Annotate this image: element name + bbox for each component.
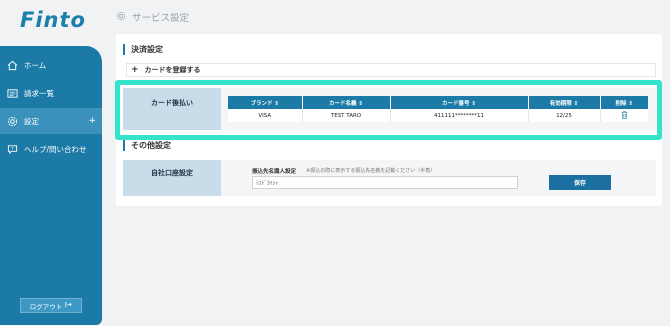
sidebar-item-label: 請求一覧 [24, 88, 54, 98]
sidebar-item-home[interactable]: ホーム [0, 52, 102, 78]
app-root: Finto ホーム 請求一覧 設定 + ? ヘルプ/問い合わせ ログアウト サー… [0, 0, 670, 326]
gear-icon [116, 11, 126, 24]
add-card-label: カードを登録する [144, 66, 201, 74]
invoice-list-icon [6, 87, 18, 99]
column-header-holder[interactable]: カード名義 ⇕ [302, 96, 391, 109]
help-chat-icon: ? [6, 143, 18, 155]
sidebar-item-label: ヘルプ/問い合わせ [24, 144, 87, 154]
card-holder: TEST TARO [302, 109, 391, 122]
column-header-delete[interactable]: 削除 ⇕ [600, 96, 648, 109]
logout-label: ログアウト [29, 302, 63, 311]
gear-icon [6, 115, 18, 127]
page-header: サービス設定 [116, 10, 189, 24]
payee-name-input[interactable] [252, 176, 518, 189]
app-logo: Finto [20, 8, 86, 32]
sidebar-item-help[interactable]: ? ヘルプ/問い合わせ [0, 136, 102, 162]
card-number: 411111********11 [390, 109, 529, 122]
logo-area: Finto [0, 0, 102, 46]
expand-icon[interactable]: + [88, 116, 96, 126]
sidebar: ホーム 請求一覧 設定 + ? ヘルプ/問い合わせ ログアウト [0, 46, 102, 325]
sidebar-item-label: 設定 [24, 116, 39, 126]
column-header-brand[interactable]: ブランド ⇕ [228, 96, 303, 109]
sidebar-item-invoices[interactable]: 請求一覧 [0, 80, 102, 106]
add-card-button[interactable]: + カードを登録する [126, 63, 656, 77]
delete-card-button[interactable] [600, 109, 648, 122]
payee-name-label: 振込先名識人設定 [252, 169, 297, 175]
plus-icon: + [131, 65, 139, 75]
sidebar-item-label: ホーム [24, 60, 47, 70]
logout-icon [65, 301, 72, 310]
bank-account-label: 自社口座設定 [123, 160, 221, 196]
column-header-expiry[interactable]: 有効期限 ⇕ [528, 96, 601, 109]
card-expiry: 12/25 [528, 109, 601, 122]
page-title: サービス設定 [132, 13, 190, 24]
sidebar-item-settings[interactable]: 設定 + [0, 108, 102, 134]
trash-icon [621, 110, 628, 119]
save-button[interactable]: 保存 [549, 175, 611, 190]
card-payment-label: カード後払い [123, 88, 221, 130]
home-icon [6, 59, 18, 71]
card-brand: VISA [228, 109, 303, 122]
cards-table: ブランド ⇕ カード名義 ⇕ カード番号 ⇕ 有効期限 ⇕ 削除 ⇕ VISA … [228, 96, 648, 122]
table-row: VISA TEST TARO 411111********11 12/25 [228, 109, 648, 122]
payee-name-note: ※振込の際に表示する振込先名義を記載ください（半角） [306, 168, 436, 174]
column-header-number[interactable]: カード番号 ⇕ [390, 96, 529, 109]
payment-section-title: 決済設定 [123, 44, 163, 55]
logout-button[interactable]: ログアウト [20, 298, 82, 313]
other-section-title: その他設定 [123, 140, 171, 151]
